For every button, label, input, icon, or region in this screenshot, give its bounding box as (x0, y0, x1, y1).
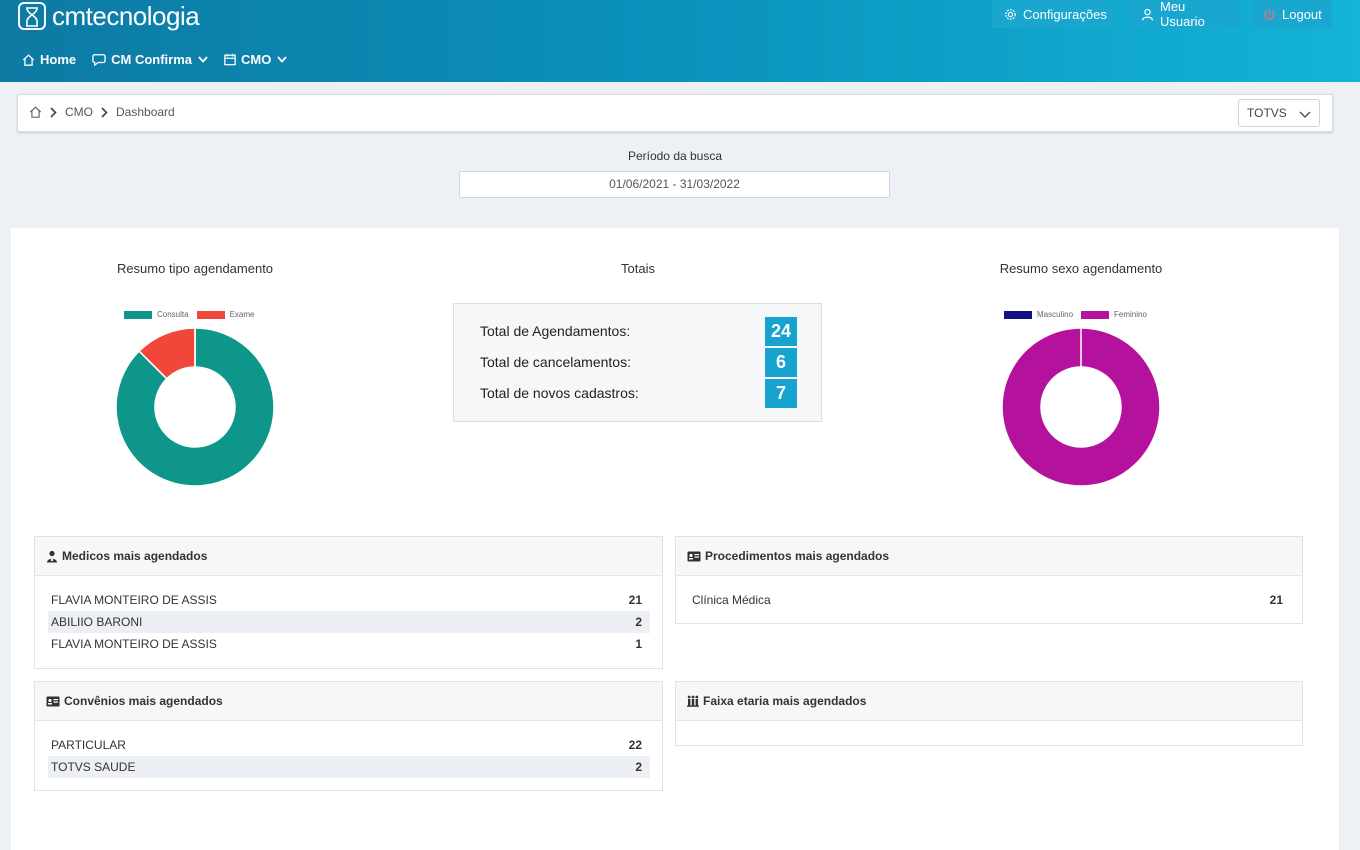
list-item: FLAVIA MONTEIRO DE ASSIS 21 (48, 589, 650, 611)
calendar-icon (224, 53, 236, 66)
period-label: Período da busca (627, 149, 723, 163)
list-item: Clínica Médica 21 (689, 589, 1291, 611)
tipo-chart-legend: Consulta Exame (124, 310, 262, 319)
breadcrumb-dashboard: Dashboard (116, 105, 175, 119)
home-icon (22, 53, 35, 66)
total-agendamentos-badge: 24 (765, 317, 797, 346)
nav-home-label: Home (40, 52, 77, 67)
list-item-name: TOTVS SAUDE (51, 760, 136, 774)
config-label: Configurações (1023, 6, 1107, 22)
list-item-name: PARTICULAR (51, 738, 126, 752)
list-item-name: FLAVIA MONTEIRO DE ASSIS (51, 593, 217, 607)
legend-swatch (124, 310, 152, 319)
company-select[interactable]: TOTVS (1238, 99, 1320, 127)
user-icon (1141, 8, 1154, 21)
sexo-donut-chart (1001, 327, 1161, 487)
people-icon (687, 695, 699, 707)
breadcrumb-cmo[interactable]: CMO (65, 105, 93, 119)
list-item-count: 21 (1269, 593, 1283, 607)
convenios-card-header: Convênios mais agendados (35, 682, 662, 721)
chat-icon (92, 53, 106, 66)
list-item: ABILIIO BARONI 2 (48, 611, 650, 633)
convenios-card-title: Convênios mais agendados (64, 694, 223, 708)
chevron-right-icon (101, 106, 108, 118)
legend-item-consulta[interactable]: Consulta (124, 310, 189, 319)
legend-label: Feminino (1114, 310, 1147, 319)
config-button[interactable]: Configurações (992, 0, 1113, 28)
doctor-icon (46, 550, 58, 563)
breadcrumb: CMO Dashboard TOTVS (17, 94, 1333, 132)
convenios-card: Convênios mais agendados PARTICULAR 22 T… (34, 681, 663, 791)
gear-icon (1004, 8, 1017, 21)
id-card-icon (687, 551, 701, 562)
legend-label: Masculino (1037, 310, 1074, 319)
logout-button[interactable]: Logout (1251, 0, 1332, 28)
nav-cmo-label: CMO (241, 52, 272, 67)
totais-title: Totais (621, 261, 655, 276)
faixa-etaria-card-title: Faixa etaria mais agendados (703, 694, 867, 708)
total-cadastros-badge: 7 (765, 379, 797, 408)
tipo-donut-chart (115, 327, 275, 487)
id-card-icon (46, 696, 60, 707)
legend-item-feminino[interactable]: Feminino (1081, 310, 1147, 319)
legend-swatch (196, 310, 225, 319)
faixa-etaria-card-header: Faixa etaria mais agendados (676, 682, 1302, 721)
user-button[interactable]: Meu Usuario (1129, 0, 1241, 29)
total-cancelamentos-label: Total de cancelamentos: (480, 354, 631, 370)
top-header: cmtecnologia Configurações Meu Usuario L… (0, 0, 1360, 82)
procedimentos-card: Procedimentos mais agendados Clínica Méd… (675, 536, 1303, 624)
list-item-count: 21 (628, 593, 642, 607)
dashboard-panel: Resumo tipo agendamento Consulta Exame T… (11, 228, 1339, 850)
nav-cm-confirma-label: CM Confirma (111, 52, 193, 67)
faixa-etaria-card: Faixa etaria mais agendados (675, 681, 1303, 746)
period-date-range-input[interactable]: 01/06/2021 - 31/03/2022 (459, 171, 890, 198)
list-item: TOTVS SAUDE 2 (48, 756, 650, 778)
procedimentos-card-title: Procedimentos mais agendados (705, 549, 890, 563)
list-item-count: 22 (628, 738, 642, 752)
medicos-card-header: Medicos mais agendados (35, 537, 662, 576)
legend-swatch (1004, 310, 1032, 319)
nav-cmo[interactable]: CMO (224, 52, 288, 67)
tipo-chart-title: Resumo tipo agendamento (116, 261, 274, 276)
list-item-name: FLAVIA MONTEIRO DE ASSIS (51, 637, 217, 651)
logout-label: Logout (1282, 6, 1322, 22)
sexo-chart-title: Resumo sexo agendamento (999, 261, 1163, 276)
legend-label: Consulta (157, 310, 189, 319)
chevron-down-icon (1299, 108, 1311, 122)
total-agendamentos-label: Total de Agendamentos: (480, 323, 631, 339)
totais-box: Total de Agendamentos: 24 Total de cance… (453, 303, 822, 422)
total-cancelamentos-badge: 6 (765, 348, 797, 377)
list-item-count: 2 (635, 615, 642, 629)
logo-text: cmtecnologia (52, 0, 200, 31)
legend-item-masculino[interactable]: Masculino (1004, 310, 1073, 319)
list-item: PARTICULAR 22 (48, 734, 650, 756)
main-nav: Home CM Confirma CMO (22, 52, 303, 67)
medicos-card-title: Medicos mais agendados (62, 549, 208, 563)
legend-swatch (1081, 310, 1110, 319)
nav-cm-confirma[interactable]: CM Confirma (92, 52, 208, 67)
total-cadastros-label: Total de novos cadastros: (480, 385, 639, 401)
list-item-name: Clínica Médica (692, 593, 771, 607)
logo[interactable]: cmtecnologia (18, 0, 200, 31)
medicos-card: Medicos mais agendados FLAVIA MONTEIRO D… (34, 536, 663, 669)
list-item-count: 2 (635, 760, 642, 774)
procedimentos-card-header: Procedimentos mais agendados (676, 537, 1302, 576)
chevron-down-icon (277, 56, 288, 63)
legend-item-exame[interactable]: Exame (196, 310, 255, 319)
list-item-count: 1 (635, 637, 642, 651)
hourglass-icon (18, 2, 46, 30)
user-label: Meu Usuario (1160, 0, 1205, 29)
sexo-chart-legend: Masculino Feminino (1004, 310, 1155, 319)
company-select-value: TOTVS (1247, 106, 1287, 120)
nav-home[interactable]: Home (22, 52, 76, 67)
list-item: FLAVIA MONTEIRO DE ASSIS 1 (48, 633, 650, 655)
legend-label: Exame (229, 310, 255, 319)
home-icon[interactable] (29, 106, 42, 118)
power-icon (1263, 8, 1276, 21)
chevron-down-icon (198, 56, 208, 63)
chevron-right-icon (50, 106, 57, 118)
list-item-name: ABILIIO BARONI (51, 615, 143, 629)
